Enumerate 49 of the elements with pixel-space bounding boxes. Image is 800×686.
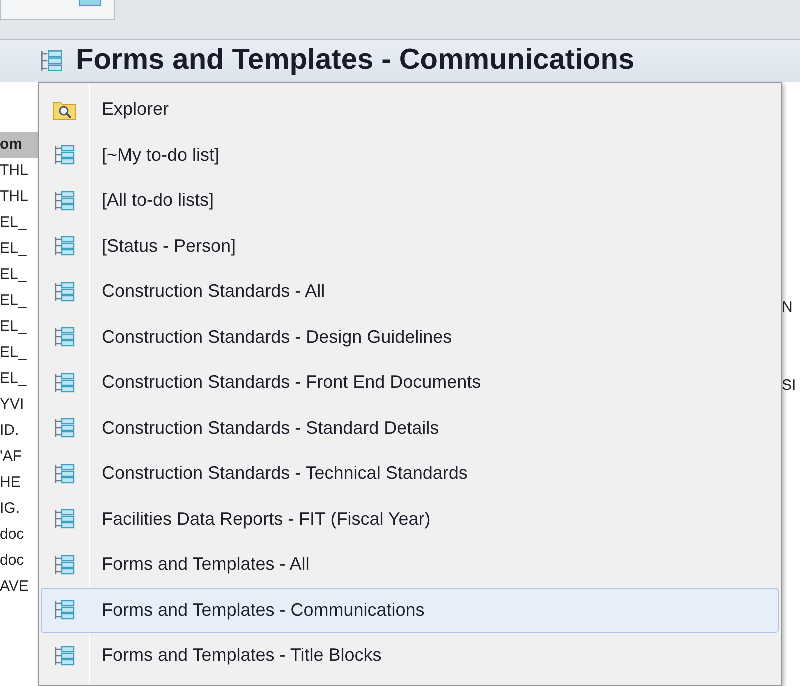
table-cell-text: THL: [0, 187, 30, 207]
menu-item[interactable]: Construction Standards - Standard Details: [41, 406, 779, 451]
table-cell-text: 'AF: [0, 447, 24, 467]
tab[interactable]: [0, 0, 115, 20]
table-cell-text: EL_: [0, 265, 28, 285]
menu-item[interactable]: Explorer: [41, 87, 779, 132]
list-tree-icon: [54, 326, 76, 348]
table-cell-text: doc: [0, 551, 26, 571]
menu-item[interactable]: Construction Standards - Technical Standards: [41, 451, 779, 496]
table-cell-text: HE: [0, 473, 22, 493]
menu-item[interactable]: Forms and Templates - Title Blocks: [41, 633, 779, 678]
menu-item[interactable]: Construction Standards - Front End Documents: [41, 360, 779, 406]
table-cell-text: N: [782, 298, 794, 318]
list-tree-icon: [54, 554, 76, 576]
menu-item[interactable]: Forms and Templates - Communications: [41, 588, 779, 633]
list-tree-icon: [54, 372, 76, 394]
table-cell-text: EL_: [0, 213, 28, 233]
table-cell-text: EL_: [0, 369, 28, 389]
list-tree-icon: [54, 462, 76, 485]
table-cell-text: IG.: [0, 499, 22, 519]
column-header: om: [0, 132, 40, 158]
table-cell-text: SI: [782, 376, 798, 396]
menu-item[interactable]: Facilities Data Reports - FIT (Fiscal Year): [41, 496, 779, 542]
menu-item[interactable]: [All to-do lists]: [41, 178, 779, 224]
table-cell-text: YVI: [0, 395, 26, 415]
table-cell-text: EL_: [0, 317, 28, 337]
list-tree-icon: [54, 280, 76, 303]
header-title: Forms and Templates - Communications: [76, 43, 635, 78]
list-tree-icon: [54, 417, 76, 440]
list-tree-icon: [40, 49, 64, 73]
list-tree-icon: [54, 144, 76, 166]
list-tree-icon: [54, 508, 76, 530]
table-cell-text: doc: [0, 525, 26, 545]
table-cell-text: EL_: [0, 239, 28, 259]
table-cell-text: THL: [0, 161, 30, 181]
menu-item[interactable]: Forms and Templates - All: [41, 542, 779, 588]
menu-item[interactable]: [~My to-do list]: [41, 132, 779, 178]
menu-item[interactable]: Construction Standards - All: [41, 269, 779, 314]
table-cell-text: EL_: [0, 291, 28, 311]
menu-item[interactable]: [Status - Person]: [41, 224, 779, 269]
list-tree-icon: [54, 190, 76, 212]
table-cell-text: ID.: [0, 421, 20, 441]
table-cell-text: AVE: [0, 577, 30, 597]
table-cell-text: EL_: [0, 343, 28, 363]
menu-item[interactable]: Construction Standards - Design Guidelines: [41, 314, 779, 360]
list-tree-icon: [54, 644, 76, 667]
list-tree-icon: [54, 599, 76, 622]
tab-icon: [79, 0, 101, 6]
list-tree-icon: [54, 235, 76, 258]
